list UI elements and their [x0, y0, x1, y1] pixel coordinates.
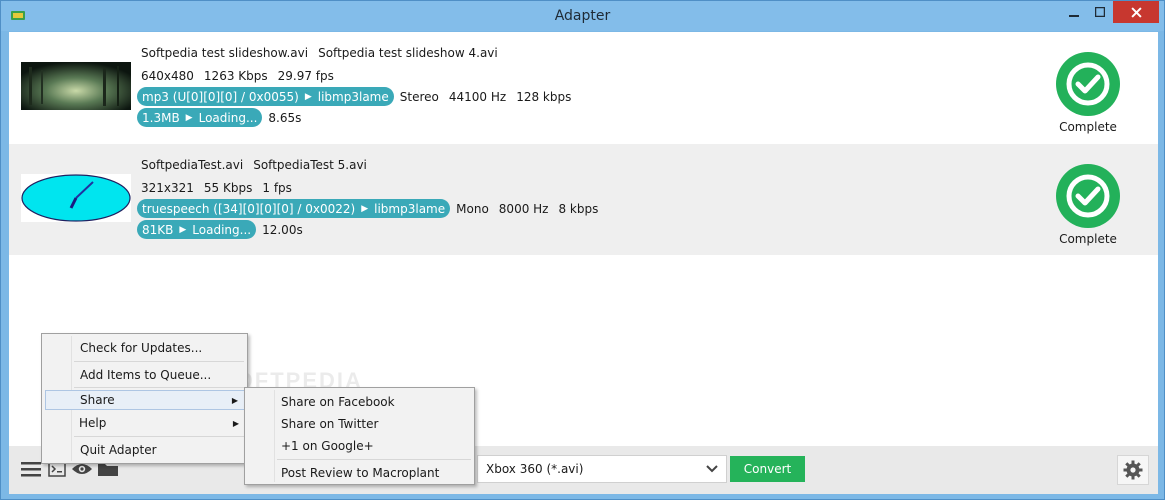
video-info: 321x321 55 Kbps 1 fps [141, 181, 292, 195]
channels: Stereo [399, 89, 439, 104]
audio-codec-pill[interactable]: truespeech ([34][0][0][0] / 0x0022) ▶ li… [137, 199, 451, 218]
menu-item-share-label: Share [80, 393, 115, 407]
share-submenu: Share on Facebook Share on Twitter +1 on… [244, 387, 475, 485]
close-icon [1130, 6, 1142, 18]
duration: 12.00s [262, 222, 303, 237]
submenu-arrow-icon: ▶ [232, 418, 239, 428]
size-pill[interactable]: 81KB ▶ Loading... [137, 220, 257, 239]
arrow-right-icon: ▶ [179, 224, 187, 235]
minimize-button[interactable] [1061, 1, 1087, 23]
close-button[interactable] [1113, 1, 1159, 23]
audio-bitrate: 8 kbps [558, 201, 599, 216]
checkmark-icon [1066, 62, 1110, 106]
bitrate: 1263 Kbps [203, 69, 268, 83]
menu-item-help-label: Help [79, 416, 107, 430]
video-info: 640x480 1263 Kbps 29.97 fps [141, 69, 334, 83]
checkmark-icon [1066, 174, 1110, 218]
audio-codec: truespeech ([34][0][0][0] / 0x0022) [142, 201, 356, 216]
audio-info: truespeech ([34][0][0][0] / 0x0022) ▶ li… [137, 199, 598, 218]
arrow-right-icon: ▶ [304, 91, 312, 102]
menu-item-post-review[interactable]: Post Review to Macroplant [281, 463, 439, 483]
menu-item-share-twitter[interactable]: Share on Twitter [281, 414, 378, 434]
queue-item[interactable]: Softpedia test slideshow.avi Softpedia t… [9, 32, 1158, 143]
video-thumbnail [21, 62, 131, 110]
status-label: Complete [1059, 232, 1117, 246]
audio-codec-pill[interactable]: mp3 (U[0][0][0] / 0x0055) ▶ libmp3lame [137, 87, 394, 106]
app-window: Adapter Softpedia test slideshow.avi Sof… [0, 0, 1165, 500]
output-file: SoftpediaTest 5.avi [253, 158, 367, 172]
minimize-icon [1069, 15, 1079, 17]
progress-info: 1.3MB ▶ Loading... 8.65s [137, 108, 301, 127]
progress-state: Loading... [198, 110, 258, 125]
submenu-arrow-icon: ▶ [231, 395, 238, 405]
progress-info: 81KB ▶ Loading... 12.00s [137, 220, 303, 239]
menu-item-share[interactable]: Share ▶ [45, 390, 245, 410]
convert-button[interactable]: Convert [730, 456, 805, 482]
status-label: Complete [1059, 120, 1117, 134]
output-file: Softpedia test slideshow 4.avi [318, 46, 498, 60]
audio-info: mp3 (U[0][0][0] / 0x0055) ▶ libmp3lame S… [137, 87, 571, 106]
menu-item-quit[interactable]: Quit Adapter [80, 440, 157, 460]
file-names: SoftpediaTest.avi SoftpediaTest 5.avi [141, 158, 367, 172]
progress-state: Loading... [192, 222, 252, 237]
menu-item-add-items[interactable]: Add Items to Queue... [80, 365, 211, 385]
menu-button[interactable] [19, 458, 43, 480]
video-thumbnail [21, 174, 131, 222]
menu-separator [277, 459, 471, 460]
queue-item[interactable]: SoftpediaTest.avi SoftpediaTest 5.avi 32… [9, 144, 1158, 255]
bitrate: 55 Kbps [203, 181, 253, 195]
framerate: 1 fps [262, 181, 292, 195]
menu-separator [74, 387, 244, 388]
arrow-right-icon: ▶ [185, 112, 193, 123]
menu-item-google-plus[interactable]: +1 on Google+ [281, 436, 374, 456]
file-size: 81KB [142, 222, 174, 237]
audio-bitrate: 128 kbps [516, 89, 572, 104]
maximize-icon [1095, 7, 1105, 17]
resolution: 640x480 [141, 69, 194, 83]
menu-item-help[interactable]: Help ▶ [45, 413, 245, 433]
file-names: Softpedia test slideshow.avi Softpedia t… [141, 46, 498, 60]
size-pill[interactable]: 1.3MB ▶ Loading... [137, 108, 263, 127]
settings-button[interactable] [1117, 455, 1149, 485]
status-indicator: Complete [1055, 52, 1121, 134]
main-menu: Check for Updates... Add Items to Queue.… [41, 333, 248, 464]
audio-target: libmp3lame [317, 89, 389, 104]
audio-target: libmp3lame [374, 201, 446, 216]
status-indicator: Complete [1055, 164, 1121, 246]
sample-rate: 44100 Hz [448, 89, 507, 104]
audio-codec: mp3 (U[0][0][0] / 0x0055) [142, 89, 299, 104]
chevron-down-icon [706, 465, 718, 473]
gear-icon [1123, 460, 1143, 480]
duration: 8.65s [268, 110, 302, 125]
preset-select[interactable]: Xbox 360 (*.avi) [477, 455, 727, 483]
source-file: Softpedia test slideshow.avi [141, 46, 309, 60]
sample-rate: 8000 Hz [498, 201, 549, 216]
menu-gutter [274, 390, 275, 482]
preset-value: Xbox 360 (*.avi) [486, 462, 584, 476]
menu-separator [74, 361, 244, 362]
hamburger-icon [21, 462, 41, 477]
menu-item-share-facebook[interactable]: Share on Facebook [281, 392, 395, 412]
menu-item-check-updates[interactable]: Check for Updates... [80, 338, 202, 358]
complete-badge [1056, 52, 1120, 116]
source-file: SoftpediaTest.avi [141, 158, 244, 172]
menu-separator [74, 436, 244, 437]
complete-badge [1056, 164, 1120, 228]
title-bar[interactable]: Adapter [1, 1, 1164, 31]
arrow-right-icon: ▶ [361, 203, 369, 214]
eye-icon [72, 464, 92, 474]
window-title: Adapter [554, 8, 611, 24]
framerate: 29.97 fps [277, 69, 334, 83]
channels: Mono [456, 201, 489, 216]
resolution: 321x321 [141, 181, 194, 195]
file-size: 1.3MB [142, 110, 180, 125]
maximize-button[interactable] [1087, 1, 1113, 23]
